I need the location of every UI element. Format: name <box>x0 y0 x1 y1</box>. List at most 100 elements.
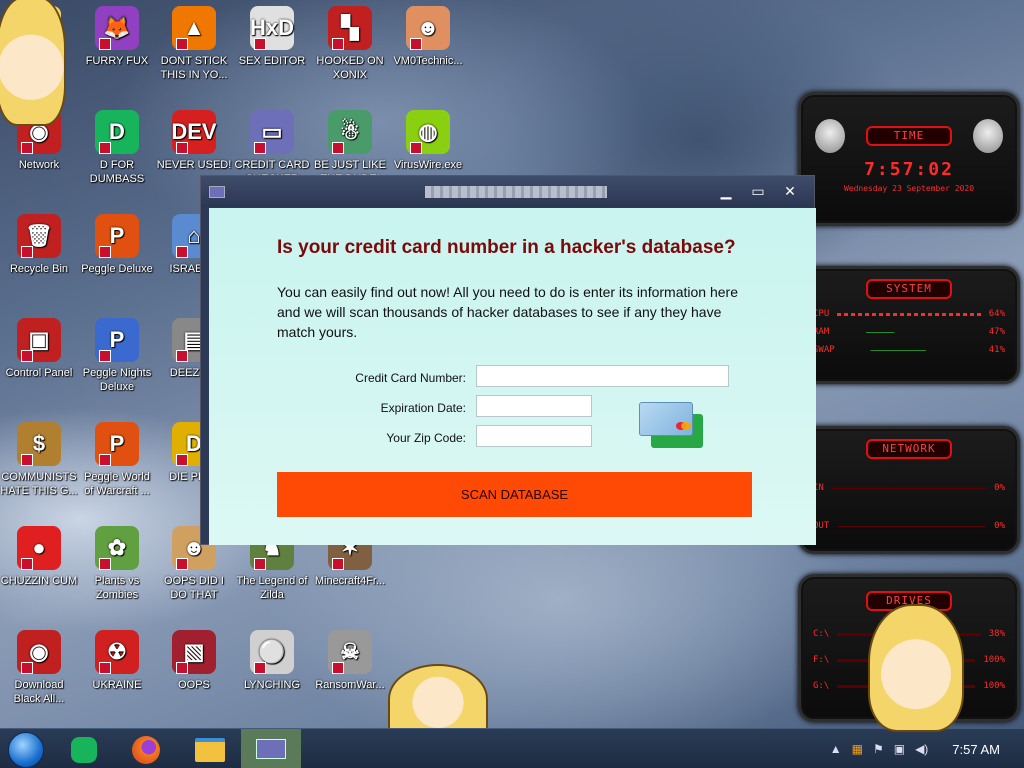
in-value: 0% <box>994 483 1005 493</box>
desktop-app-icon: HxD <box>250 6 294 50</box>
expiration-date-input[interactable] <box>476 395 592 417</box>
taskbar-firefox[interactable] <box>124 733 168 767</box>
desktop-icon[interactable]: ▣ Control Panel <box>0 318 78 380</box>
desktop-icon-label: Minecraft4Fr... <box>314 575 386 587</box>
folder-icon <box>195 738 225 762</box>
desktop-icon-label: CHUZZIN CUM <box>0 575 78 587</box>
shortcut-overlay-icon <box>21 142 33 154</box>
shortcut-overlay-icon <box>99 38 111 50</box>
shortcut-overlay-icon <box>176 350 188 362</box>
desktop-icon[interactable]: P Peggle Nights Deluxe <box>78 318 156 394</box>
shortcut-overlay-icon <box>332 662 344 674</box>
desktop-icon[interactable]: D D FOR DUMBASS <box>78 110 156 186</box>
desktop-icon-label: SEX EDITOR <box>238 55 306 67</box>
desktop-icon[interactable]: HxD SEX EDITOR <box>233 6 311 68</box>
desktop-icon[interactable]: ● CHUZZIN CUM <box>0 526 78 588</box>
firefox-icon <box>132 736 160 764</box>
drive-c-value: 38% <box>988 629 1005 639</box>
credit-card-app-icon <box>209 185 225 198</box>
desktop-app-icon: ☠ <box>328 630 372 674</box>
desktop-icon[interactable]: ☠ RansomWar... <box>311 630 389 692</box>
desktop-icon[interactable]: ✿ Plants vs Zombies <box>78 526 156 602</box>
start-button[interactable] <box>4 732 48 768</box>
drive-g-value: 100% <box>983 681 1005 691</box>
ram-row: RAM 47% <box>801 323 1017 341</box>
desktop-icon[interactable]: P Peggle Deluxe <box>78 214 156 276</box>
ram-value: 47% <box>988 327 1005 337</box>
desktop-icon[interactable]: 🗑 Recycle Bin <box>0 214 78 276</box>
tray-expand-icon[interactable]: ▲ <box>830 742 842 756</box>
desktop-icon-label: Download Black All... <box>13 679 65 705</box>
desktop-app-icon: ▲ <box>172 6 216 50</box>
desktop-icon-label: UKRAINE <box>92 679 142 691</box>
desktop-icon[interactable]: ▧ OOPS <box>155 630 233 692</box>
close-button[interactable]: ✕ <box>774 181 806 203</box>
desktop-app-icon: 🗑 <box>17 214 61 258</box>
desktop-app-icon: $ <box>17 422 61 466</box>
desktop-app-icon: P <box>95 422 139 466</box>
scan-database-button[interactable]: SCAN DATABASE <box>277 472 752 517</box>
shortcut-overlay-icon <box>99 350 111 362</box>
desktop-icon-label: Control Panel <box>5 367 73 379</box>
desktop-icon-label: DONT STICK THIS IN YO... <box>160 55 228 81</box>
shortcut-overlay-icon <box>99 662 111 674</box>
window-titlebar[interactable]: ▁ ▭ ✕ <box>201 176 814 207</box>
volume-icon[interactable]: ◀) <box>915 742 928 756</box>
desktop-icon[interactable]: ☻ VM0Technic... <box>389 6 467 68</box>
card-number-input[interactable] <box>476 365 729 387</box>
desktop-icon-label: The Legend of Zilda <box>236 575 308 601</box>
desktop-icon-label: COMMUNISTS HATE THIS G... <box>0 471 78 497</box>
character-sticker-bottom <box>388 664 488 734</box>
shortcut-overlay-icon <box>21 454 33 466</box>
minimize-button[interactable]: ▁ <box>710 181 742 203</box>
widget-time: TIME 7:57:02 Wednesday 23 September 2020 <box>798 92 1020 226</box>
desktop-icon-label: VM0Technic... <box>393 55 463 67</box>
maximize-button[interactable]: ▭ <box>742 181 774 203</box>
desktop-icon[interactable]: ◉ Download Black All... <box>0 630 78 706</box>
desktop-icon[interactable]: ⚪ LYNCHING <box>233 630 311 692</box>
shortcut-overlay-icon <box>176 558 188 570</box>
time-header: TIME <box>866 126 952 146</box>
shortcut-overlay-icon <box>21 558 33 570</box>
desktop-app-icon: ▧ <box>172 630 216 674</box>
shortcut-overlay-icon <box>254 142 266 154</box>
tray-app-icon[interactable]: ▦ <box>852 742 863 756</box>
character-sticker-top-left <box>0 0 66 126</box>
desktop-app-icon: ☢ <box>95 630 139 674</box>
desktop-icon[interactable]: $ COMMUNISTS HATE THIS G... <box>0 422 78 498</box>
shortcut-overlay-icon <box>176 142 188 154</box>
ram-bar <box>837 331 981 333</box>
desktop-icon-label: LYNCHING <box>243 679 301 691</box>
desktop-icon-label: NEVER USED! <box>156 159 232 171</box>
zip-code-input[interactable] <box>476 425 592 447</box>
shortcut-overlay-icon <box>176 246 188 258</box>
desktop-icon[interactable]: ☢ UKRAINE <box>78 630 156 692</box>
desktop-icon[interactable]: ▲ DONT STICK THIS IN YO... <box>155 6 233 82</box>
taskbar-credit-card-checker[interactable] <box>241 729 301 768</box>
desktop-app-icon: ⚪ <box>250 630 294 674</box>
desktop-icon[interactable]: P Peggle World of Warcraft ... <box>78 422 156 498</box>
swap-row: SWAP 41% <box>801 341 1017 359</box>
widget-network: NETWORK IN 0% OUT 0% <box>798 426 1020 554</box>
shortcut-overlay-icon <box>176 454 188 466</box>
desktop-icon[interactable]: ▚ HOOKED ON XONIX <box>311 6 389 82</box>
network-icon[interactable]: ▣ <box>894 742 905 756</box>
shortcut-overlay-icon <box>410 38 422 50</box>
swap-bar <box>842 349 981 351</box>
credit-card-icon <box>639 402 705 448</box>
taskbar-app-d[interactable] <box>62 733 106 767</box>
taskbar-clock[interactable]: 7:57 AM <box>952 742 1000 757</box>
shortcut-overlay-icon <box>254 558 266 570</box>
taskbar-file-explorer[interactable] <box>188 733 232 767</box>
desktop-icon[interactable]: DEV NEVER USED! <box>155 110 233 172</box>
desktop-icon[interactable]: ◍ VirusWire.exe <box>389 110 467 172</box>
shortcut-overlay-icon <box>332 142 344 154</box>
desktop-app-icon: ✿ <box>95 526 139 570</box>
shortcut-overlay-icon <box>99 246 111 258</box>
network-header: NETWORK <box>866 439 952 459</box>
desktop-icon[interactable]: 🦊 FURRY FUX <box>78 6 156 68</box>
drive-f-value: 100% <box>983 655 1005 665</box>
desktop-app-icon: ● <box>17 526 61 570</box>
flag-icon[interactable]: ⚑ <box>873 742 884 756</box>
desktop-icon-label: OOPS DID I DO THAT <box>164 575 224 601</box>
